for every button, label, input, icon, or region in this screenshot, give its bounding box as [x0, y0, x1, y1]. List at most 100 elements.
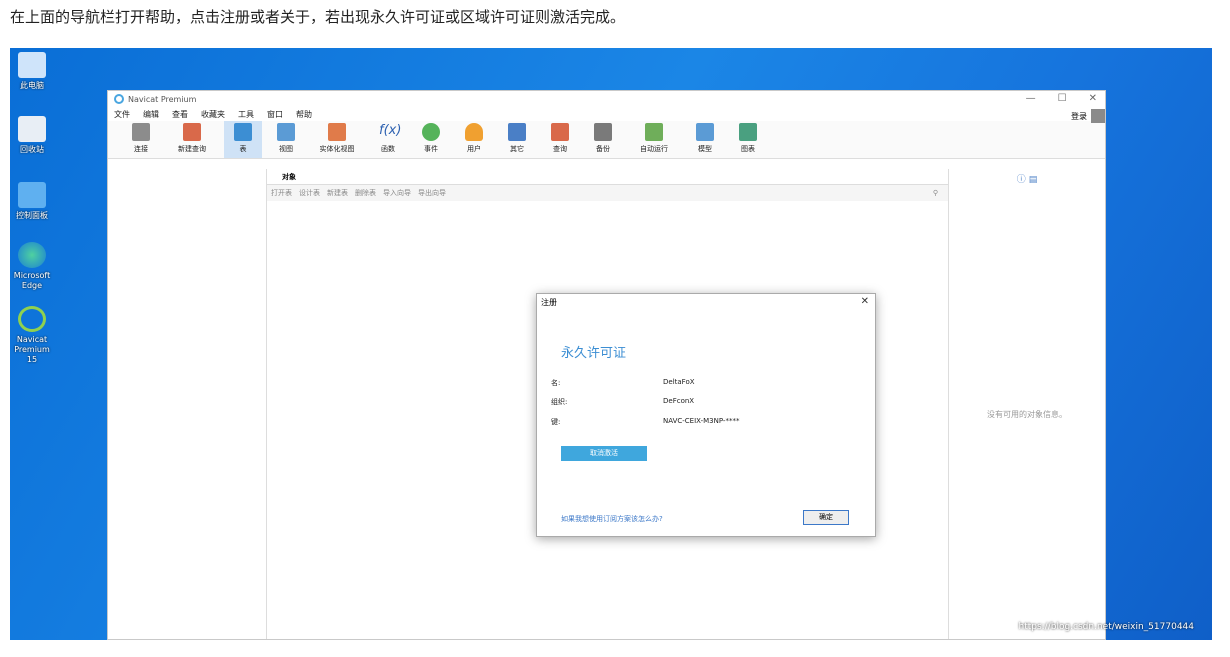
- toolbar-label: 模型: [698, 145, 712, 153]
- row-value: NAVC-CEIX-M3NP-****: [663, 417, 740, 425]
- query-icon: [551, 123, 569, 141]
- function-icon: f(x): [379, 123, 402, 138]
- minimize-button[interactable]: —: [1026, 93, 1036, 104]
- window-title: Navicat Premium: [128, 94, 197, 104]
- connection-icon: [132, 123, 150, 141]
- watermark: https://blog.csdn.net/weixin_51770444: [1018, 622, 1194, 632]
- menu-favorites[interactable]: 收藏夹: [201, 109, 225, 120]
- ddl-icon[interactable]: ▤: [1029, 175, 1038, 185]
- toolbar-function[interactable]: f(x) 函数: [369, 121, 407, 158]
- open-table-button[interactable]: 打开表: [271, 188, 292, 198]
- new-table-button[interactable]: 新建表: [327, 188, 348, 198]
- info-pane: ⓘ ▤ 没有可用的对象信息。: [948, 169, 1105, 639]
- license-heading: 永久许可证: [561, 346, 627, 361]
- row-value: DeltaFoX: [663, 378, 695, 386]
- toolbar-others[interactable]: 其它: [498, 121, 536, 158]
- maximize-button[interactable]: ☐: [1058, 93, 1067, 104]
- toolbar-connection[interactable]: 连接: [122, 121, 160, 158]
- registration-dialog: 注册 ✕ 永久许可证 名: DeltaFoX 组织: DeFconX 键: NA…: [536, 293, 876, 537]
- toolbar-chart[interactable]: 图表: [729, 121, 767, 158]
- desktop-icon-navicat[interactable]: Navicat Premium 15: [10, 306, 54, 365]
- deactivate-button[interactable]: 取消激活: [561, 446, 647, 461]
- chart-icon: [739, 123, 757, 141]
- menu-tools[interactable]: 工具: [238, 109, 254, 120]
- menu-bar: 文件 编辑 查看 收藏夹 工具 窗口 帮助: [108, 107, 1105, 121]
- object-action-bar: 打开表 设计表 新建表 删除表 导入向导 导出向导 ⚲: [267, 185, 948, 201]
- dialog-title: 注册: [541, 298, 557, 307]
- row-value: DeFconX: [663, 397, 695, 405]
- export-wizard-button[interactable]: 导出向导: [418, 188, 446, 198]
- toolbar-table[interactable]: 表: [224, 121, 262, 158]
- computer-icon: [18, 52, 46, 78]
- toolbar-view[interactable]: 视图: [267, 121, 305, 158]
- toolbar-label: 备份: [596, 145, 610, 153]
- materialized-view-icon: [328, 123, 346, 141]
- login-area[interactable]: 登录: [1071, 109, 1105, 123]
- navicat-window: Navicat Premium — ☐ ✕ 文件 编辑 查看 收藏夹 工具 窗口…: [107, 90, 1106, 640]
- menu-file[interactable]: 文件: [114, 109, 130, 120]
- user-icon: [465, 123, 483, 141]
- edge-icon: [18, 242, 46, 268]
- row-label: 名:: [551, 379, 561, 387]
- desktop-icon-control-panel[interactable]: 控制面板: [10, 182, 54, 221]
- desktop-icon-label: 此电脑: [20, 81, 44, 90]
- new-query-icon: [183, 123, 201, 141]
- toolbar-event[interactable]: 事件: [412, 121, 450, 158]
- toolbar-query[interactable]: 查询: [541, 121, 579, 158]
- model-icon: [696, 123, 714, 141]
- toolbar-label: 视图: [279, 145, 293, 153]
- desktop-icon-recycle-bin[interactable]: 回收站: [10, 116, 54, 155]
- desktop-icon-label: Navicat Premium 15: [14, 335, 50, 364]
- title-bar: Navicat Premium: [108, 91, 1105, 107]
- info-icon[interactable]: ⓘ: [1017, 175, 1026, 185]
- article-caption: 在上面的导航栏打开帮助，点击注册或者关于，若出现永久许可证或区域许可证则激活完成…: [10, 8, 626, 26]
- view-icon: [277, 123, 295, 141]
- toolbar-model[interactable]: 模型: [686, 121, 724, 158]
- toolbar-automation[interactable]: 自动运行: [627, 121, 681, 158]
- import-wizard-button[interactable]: 导入向导: [383, 188, 411, 198]
- toolbar-label: 图表: [741, 145, 755, 153]
- info-empty-text: 没有可用的对象信息。: [987, 410, 1067, 419]
- event-icon: [422, 123, 440, 141]
- toolbar-label: 表: [239, 145, 247, 153]
- tab-objects[interactable]: 对象: [267, 172, 311, 182]
- design-table-button[interactable]: 设计表: [299, 188, 320, 198]
- recycle-bin-icon: [18, 116, 46, 142]
- toolbar-backup[interactable]: 备份: [584, 121, 622, 158]
- toolbar-label: 新建查询: [178, 145, 206, 153]
- ok-button[interactable]: 确定: [803, 510, 849, 525]
- delete-table-button[interactable]: 删除表: [355, 188, 376, 198]
- main-toolbar: 连接 新建查询 表 视图 实体化视图 f(x) 函数 事件 用户 其它 查询 备…: [108, 121, 1105, 159]
- avatar-icon: [1091, 109, 1105, 123]
- toolbar-materialized-view[interactable]: 实体化视图: [310, 121, 364, 158]
- toolbar-label: 实体化视图: [319, 145, 355, 153]
- toolbar-new-query[interactable]: 新建查询: [165, 121, 219, 158]
- desktop-icon-edge[interactable]: Microsoft Edge: [10, 242, 54, 291]
- toolbar-label: 自动运行: [640, 145, 668, 153]
- row-label: 键:: [551, 418, 561, 426]
- desktop-icon-label: 控制面板: [16, 211, 48, 220]
- search-icon[interactable]: ⚲: [933, 189, 938, 197]
- window-controls: — ☐ ✕: [1026, 93, 1097, 104]
- login-label: 登录: [1071, 111, 1087, 121]
- desktop-icon-label: Microsoft Edge: [13, 271, 51, 290]
- desktop-icon-this-pc[interactable]: 此电脑: [10, 52, 54, 91]
- others-icon: [508, 123, 526, 141]
- close-button[interactable]: ✕: [1089, 93, 1097, 104]
- control-panel-icon: [18, 182, 46, 208]
- object-tab-row: 对象: [267, 169, 948, 185]
- backup-icon: [594, 123, 612, 141]
- dialog-close-button[interactable]: ✕: [861, 296, 869, 307]
- toolbar-user[interactable]: 用户: [455, 121, 493, 158]
- table-icon: [234, 123, 252, 141]
- toolbar-label: 用户: [467, 145, 481, 153]
- menu-window[interactable]: 窗口: [267, 109, 283, 120]
- subscription-help-link[interactable]: 如果我想使用订阅方案该怎么办?: [561, 514, 663, 524]
- menu-view[interactable]: 查看: [172, 109, 188, 120]
- info-pane-icons: ⓘ ▤: [949, 169, 1105, 185]
- windows-desktop: 此电脑 回收站 控制面板 Microsoft Edge Navicat Prem…: [10, 48, 1212, 640]
- toolbar-label: 连接: [134, 145, 148, 153]
- connection-tree-pane[interactable]: [108, 169, 267, 639]
- menu-help[interactable]: 帮助: [296, 109, 312, 120]
- menu-edit[interactable]: 编辑: [143, 109, 159, 120]
